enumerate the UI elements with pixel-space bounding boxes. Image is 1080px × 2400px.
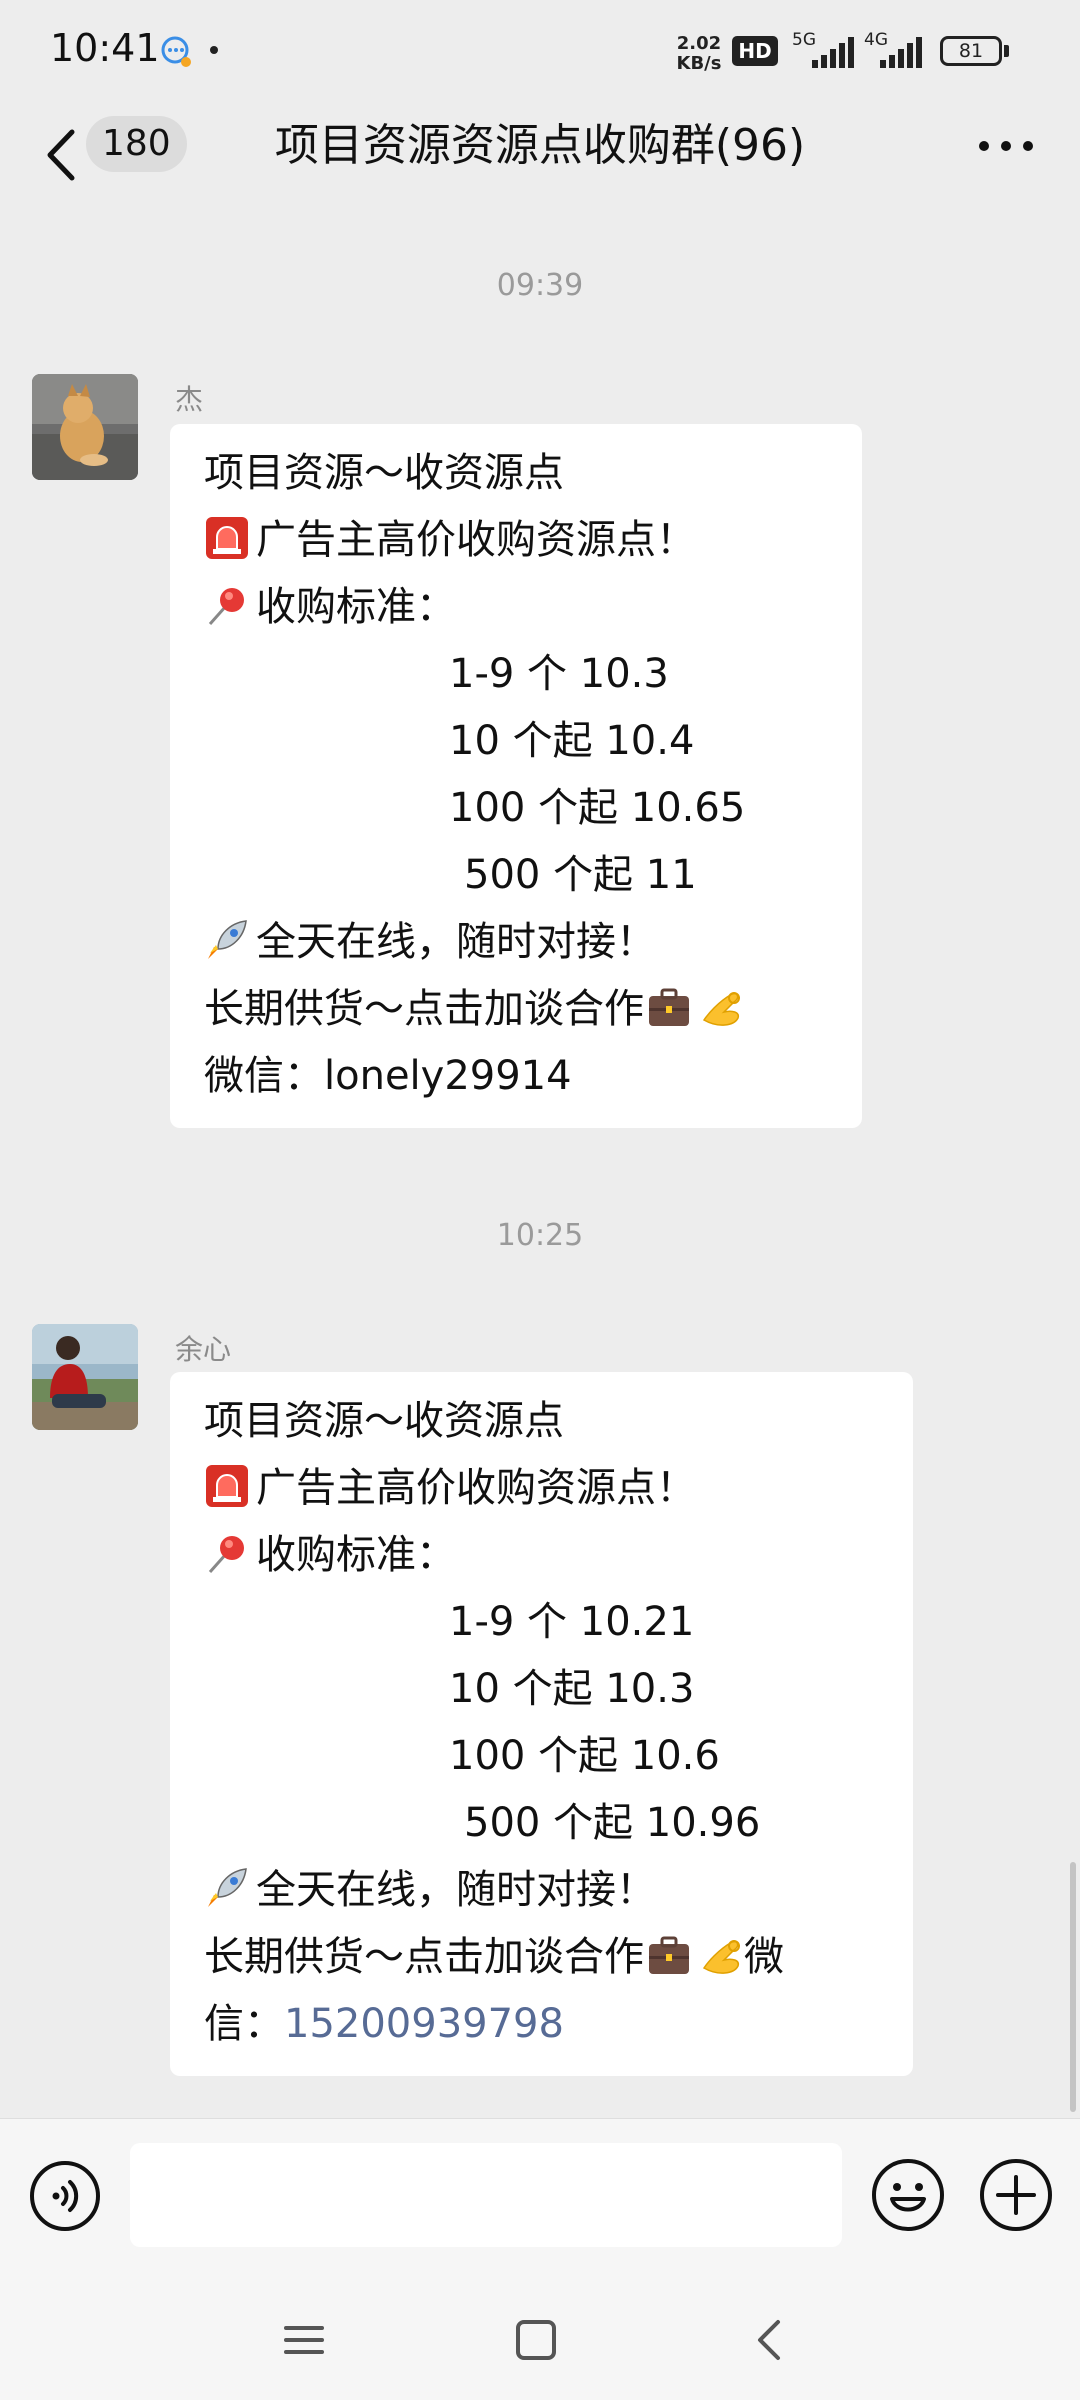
message-line: 项目资源～收资源点	[204, 450, 564, 496]
hd-badge: HD	[732, 36, 778, 66]
input-bar	[0, 2118, 1080, 2281]
price-tier-line: 10 个起 10.3	[449, 1666, 695, 1712]
status-time: 10:41	[50, 26, 160, 70]
pushpin-icon	[208, 1536, 244, 1573]
status-bar: 10:41 2.02 KB/s HD 5G 4G 81	[0, 0, 1080, 100]
price-tier-line: 500 个起 11	[464, 852, 697, 898]
message-bubble[interactable]: 项目资源～收资源点 广告主高价收购资源点！ 收购标准： 1-9 个 10.21 …	[170, 1372, 913, 2076]
home-square-icon[interactable]	[506, 2310, 566, 2370]
price-tier-line: 1-9 个 10.21	[449, 1599, 695, 1645]
message-line: 全天在线，随时对接！	[204, 1857, 879, 1924]
message-line-text: 长期供货～点击加谈合作	[204, 1934, 644, 1980]
message-timestamp: 09:39	[496, 268, 584, 303]
message-line: 广告主高价收购资源点！	[204, 1455, 879, 1522]
message-line-text: 全天在线，随时对接！	[256, 1867, 656, 1913]
signal-bars-icon	[812, 37, 854, 68]
message-line-text: 广告主高价收购资源点！	[256, 1465, 696, 1511]
sender-name: 余心	[175, 1333, 232, 1366]
system-nav-bar	[0, 2280, 1080, 2400]
scrollbar[interactable]	[1070, 1862, 1076, 2112]
rocket-icon	[208, 1868, 247, 1907]
unread-count-badge[interactable]: 180	[86, 116, 187, 172]
price-tier-line: 100 个起 10.65	[449, 785, 746, 831]
rocket-icon	[208, 920, 247, 959]
back-arrow-icon[interactable]	[38, 120, 88, 190]
message-line: 信：15200939798	[204, 1991, 879, 2058]
battery-tip	[1004, 45, 1009, 57]
avatar[interactable]	[32, 374, 138, 480]
siren-icon	[206, 1465, 248, 1507]
price-tier-line: 1-9 个 10.3	[449, 651, 669, 697]
message-line: 项目资源～收资源点	[204, 1398, 564, 1444]
message-line-text: 全天在线，随时对接！	[256, 919, 656, 965]
ok-hand-icon	[702, 992, 740, 1026]
message-line-text: 长期供货～点击加谈合作	[204, 986, 644, 1032]
back-triangle-icon[interactable]	[740, 2310, 800, 2370]
message-line: 全天在线，随时对接！	[204, 909, 828, 976]
message-line: 广告主高价收购资源点！	[204, 507, 828, 574]
plus-icon[interactable]	[978, 2157, 1054, 2233]
message-timestamp: 10:25	[496, 1218, 584, 1253]
briefcase-icon	[649, 988, 689, 1026]
menu-icon[interactable]	[274, 2310, 334, 2370]
more-dots-icon[interactable]	[976, 134, 1036, 158]
price-tier-line: 10 个起 10.4	[449, 718, 695, 764]
phone-number-link[interactable]: 15200939798	[284, 2001, 564, 2047]
message-line-text: 收购标准：	[256, 1532, 456, 1578]
message-line-prefix: 微信：	[204, 1053, 324, 1099]
message-line: 长期供货～点击加谈合作	[204, 976, 828, 1043]
message-line: 收购标准：	[204, 1522, 879, 1589]
net-speed-unit: KB/s	[676, 53, 722, 74]
message-line: 长期供货～点击加谈合作 微	[204, 1924, 879, 1991]
pushpin-icon	[208, 588, 244, 625]
price-tier-line: 100 个起 10.6	[449, 1733, 720, 1779]
message-line-text: 收购标准：	[256, 584, 456, 630]
chat-bubble-icon	[161, 36, 191, 67]
message-line-suffix: 微	[744, 1934, 784, 1980]
message-input[interactable]	[130, 2143, 842, 2247]
ok-hand-icon	[702, 1940, 740, 1974]
siren-icon	[206, 517, 248, 559]
message-line: 微信：lonely29914	[204, 1043, 828, 1110]
battery-icon: 81	[940, 36, 1002, 66]
message-line: 收购标准：	[204, 574, 828, 641]
signal-bars-icon-2	[880, 37, 922, 68]
message-bubble[interactable]: 项目资源～收资源点 广告主高价收购资源点！ 收购标准： 1-9 个 10.3 1…	[170, 424, 862, 1128]
net-speed: 2.02 KB/s	[674, 34, 724, 74]
voice-icon[interactable]	[28, 2159, 102, 2233]
price-tier-line: 500 个起 10.96	[464, 1800, 761, 1846]
briefcase-icon	[649, 1936, 689, 1974]
wechat-id: lonely29914	[324, 1053, 572, 1099]
notification-dot	[210, 46, 218, 54]
net-speed-value: 2.02	[676, 33, 722, 54]
message-line-text: 广告主高价收购资源点！	[256, 517, 696, 563]
message-line-prefix: 信：	[204, 2001, 284, 2047]
emoji-face-icon[interactable]	[870, 2157, 946, 2233]
avatar[interactable]	[32, 1324, 138, 1430]
sender-name: 杰	[175, 383, 204, 416]
chat-title: 项目资源资源点收购群(96)	[274, 120, 806, 171]
